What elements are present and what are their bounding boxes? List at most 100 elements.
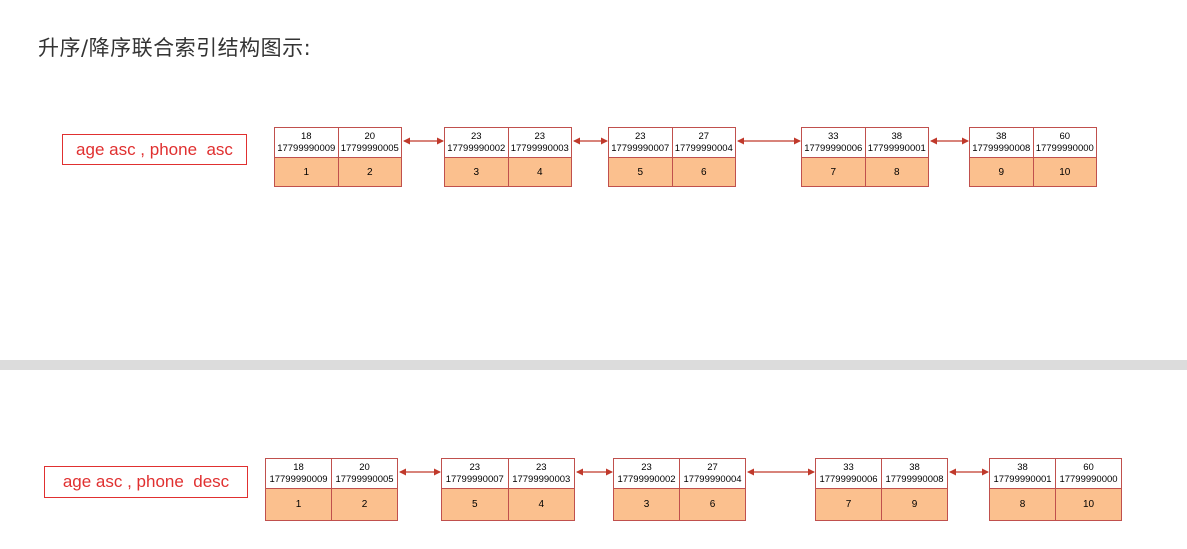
age-value: 60	[1059, 130, 1071, 142]
index-entry: 20 17799990005 2	[337, 127, 402, 187]
key-cell: 60 17799990000	[1032, 127, 1097, 158]
row-id-cell: 3	[444, 158, 509, 187]
key-cell: 23 17799990003	[507, 458, 575, 489]
row-id-cell: 10	[1032, 158, 1097, 187]
key-cell: 33 17799990006	[815, 458, 882, 489]
key-cell: 60 17799990000	[1055, 458, 1122, 489]
index-page: 23 17799990002 3 27 17799990004 6	[613, 458, 747, 521]
index-page: 33 17799990006 7 38 17799990001 8	[801, 127, 930, 187]
index-page: 18 17799990009 1 20 17799990005 2	[265, 458, 399, 521]
phone-value: 17799990006	[804, 142, 863, 154]
row-id-cell: 1	[274, 158, 339, 187]
index-entry: 33 17799990006 7	[815, 458, 882, 521]
phone-value: 17799990003	[512, 473, 571, 485]
index-page: 38 17799990008 9 60 17799990000 10	[969, 127, 1098, 187]
key-cell: 38 17799990008	[969, 127, 1034, 158]
row-id-cell: 2	[331, 489, 398, 521]
row-id-cell: 3	[613, 489, 680, 521]
row-id-cell: 6	[679, 489, 746, 521]
age-value: 23	[534, 130, 546, 142]
index-entry: 27 17799990004 6	[671, 127, 736, 187]
age-value: 23	[641, 461, 652, 473]
key-cell: 38 17799990001	[989, 458, 1056, 489]
index-entry: 60 17799990000 10	[1032, 127, 1097, 187]
phone-value: 17799990005	[335, 473, 394, 485]
index-entry: 23 17799990002 3	[613, 458, 680, 521]
index-entry: 38 17799990001 8	[864, 127, 929, 187]
phone-value: 17799990002	[447, 142, 506, 154]
key-cell: 18 17799990009	[265, 458, 332, 489]
phone-value: 17799990002	[617, 473, 676, 485]
key-cell: 23 17799990007	[608, 127, 673, 158]
section-divider	[0, 360, 1187, 370]
phone-value: 17799990004	[683, 473, 742, 485]
age-value: 38	[891, 130, 903, 142]
phone-value: 17799990007	[445, 473, 504, 485]
row-id-cell: 7	[801, 158, 866, 187]
index-entry: 27 17799990004 6	[679, 458, 746, 521]
age-value: 27	[707, 461, 718, 473]
index-page: 18 17799990009 1 20 17799990005 2	[274, 127, 403, 187]
key-cell: 27 17799990004	[679, 458, 746, 489]
index-entry: 23 17799990003 4	[507, 458, 575, 521]
row-id-cell: 10	[1055, 489, 1122, 521]
key-cell: 23 17799990003	[507, 127, 572, 158]
age-value: 38	[995, 130, 1007, 142]
key-cell: 18 17799990009	[274, 127, 339, 158]
age-value: 27	[698, 130, 710, 142]
row-id-cell: 9	[969, 158, 1034, 187]
index-entry: 23 17799990007 5	[608, 127, 673, 187]
row-id-cell: 5	[608, 158, 673, 187]
index-entry: 38 17799990008 9	[969, 127, 1034, 187]
key-cell: 27 17799990004	[671, 127, 736, 158]
index-entry: 38 17799990001 8	[989, 458, 1056, 521]
age-value: 38	[1017, 461, 1028, 473]
key-cell: 23 17799990002	[444, 127, 509, 158]
index-entry: 18 17799990009 1	[274, 127, 339, 187]
phone-value: 17799990001	[993, 473, 1052, 485]
age-value: 18	[300, 130, 312, 142]
age-value: 60	[1083, 461, 1094, 473]
row-id-cell: 8	[989, 489, 1056, 521]
index-page: 23 17799990007 5 23 17799990003 4	[441, 458, 576, 521]
index-label-asc-asc: age asc , phone asc	[62, 134, 247, 165]
key-cell: 38 17799990001	[864, 127, 929, 158]
key-cell: 38 17799990008	[881, 458, 948, 489]
age-value: 18	[293, 461, 304, 473]
age-value: 23	[535, 461, 547, 473]
index-entry: 23 17799990002 3	[444, 127, 509, 187]
phone-value: 17799990000	[1035, 142, 1094, 154]
page-title: 升序/降序联合索引结构图示:	[38, 36, 312, 60]
row-id-cell: 4	[507, 489, 575, 521]
index-entry: 23 17799990003 4	[507, 127, 572, 187]
index-entry: 23 17799990007 5	[441, 458, 509, 521]
index-entry: 33 17799990006 7	[801, 127, 866, 187]
row-id-cell: 5	[441, 489, 509, 521]
age-value: 20	[364, 130, 376, 142]
index-entry: 38 17799990008 9	[881, 458, 948, 521]
row-id-cell: 7	[815, 489, 882, 521]
phone-value: 17799990009	[277, 142, 336, 154]
age-value: 20	[359, 461, 370, 473]
phone-value: 17799990003	[510, 142, 569, 154]
key-cell: 33 17799990006	[801, 127, 866, 158]
age-value: 33	[843, 461, 854, 473]
phone-value: 17799990007	[611, 142, 670, 154]
phone-value: 17799990000	[1059, 473, 1118, 485]
index-page: 33 17799990006 7 38 17799990008 9	[815, 458, 949, 521]
phone-value: 17799990005	[340, 142, 399, 154]
key-cell: 20 17799990005	[331, 458, 398, 489]
key-cell: 20 17799990005	[337, 127, 402, 158]
phone-value: 17799990008	[885, 473, 944, 485]
age-value: 38	[909, 461, 920, 473]
index-entry: 60 17799990000 10	[1055, 458, 1122, 521]
index-label-asc-desc: age asc , phone desc	[44, 466, 248, 498]
index-page: 23 17799990002 3 23 17799990003 4	[444, 127, 573, 187]
row-id-cell: 4	[507, 158, 572, 187]
key-cell: 23 17799990007	[441, 458, 509, 489]
row-id-cell: 9	[881, 489, 948, 521]
key-cell: 23 17799990002	[613, 458, 680, 489]
phone-value: 17799990009	[269, 473, 328, 485]
phone-value: 17799990006	[819, 473, 878, 485]
row-id-cell: 2	[337, 158, 402, 187]
